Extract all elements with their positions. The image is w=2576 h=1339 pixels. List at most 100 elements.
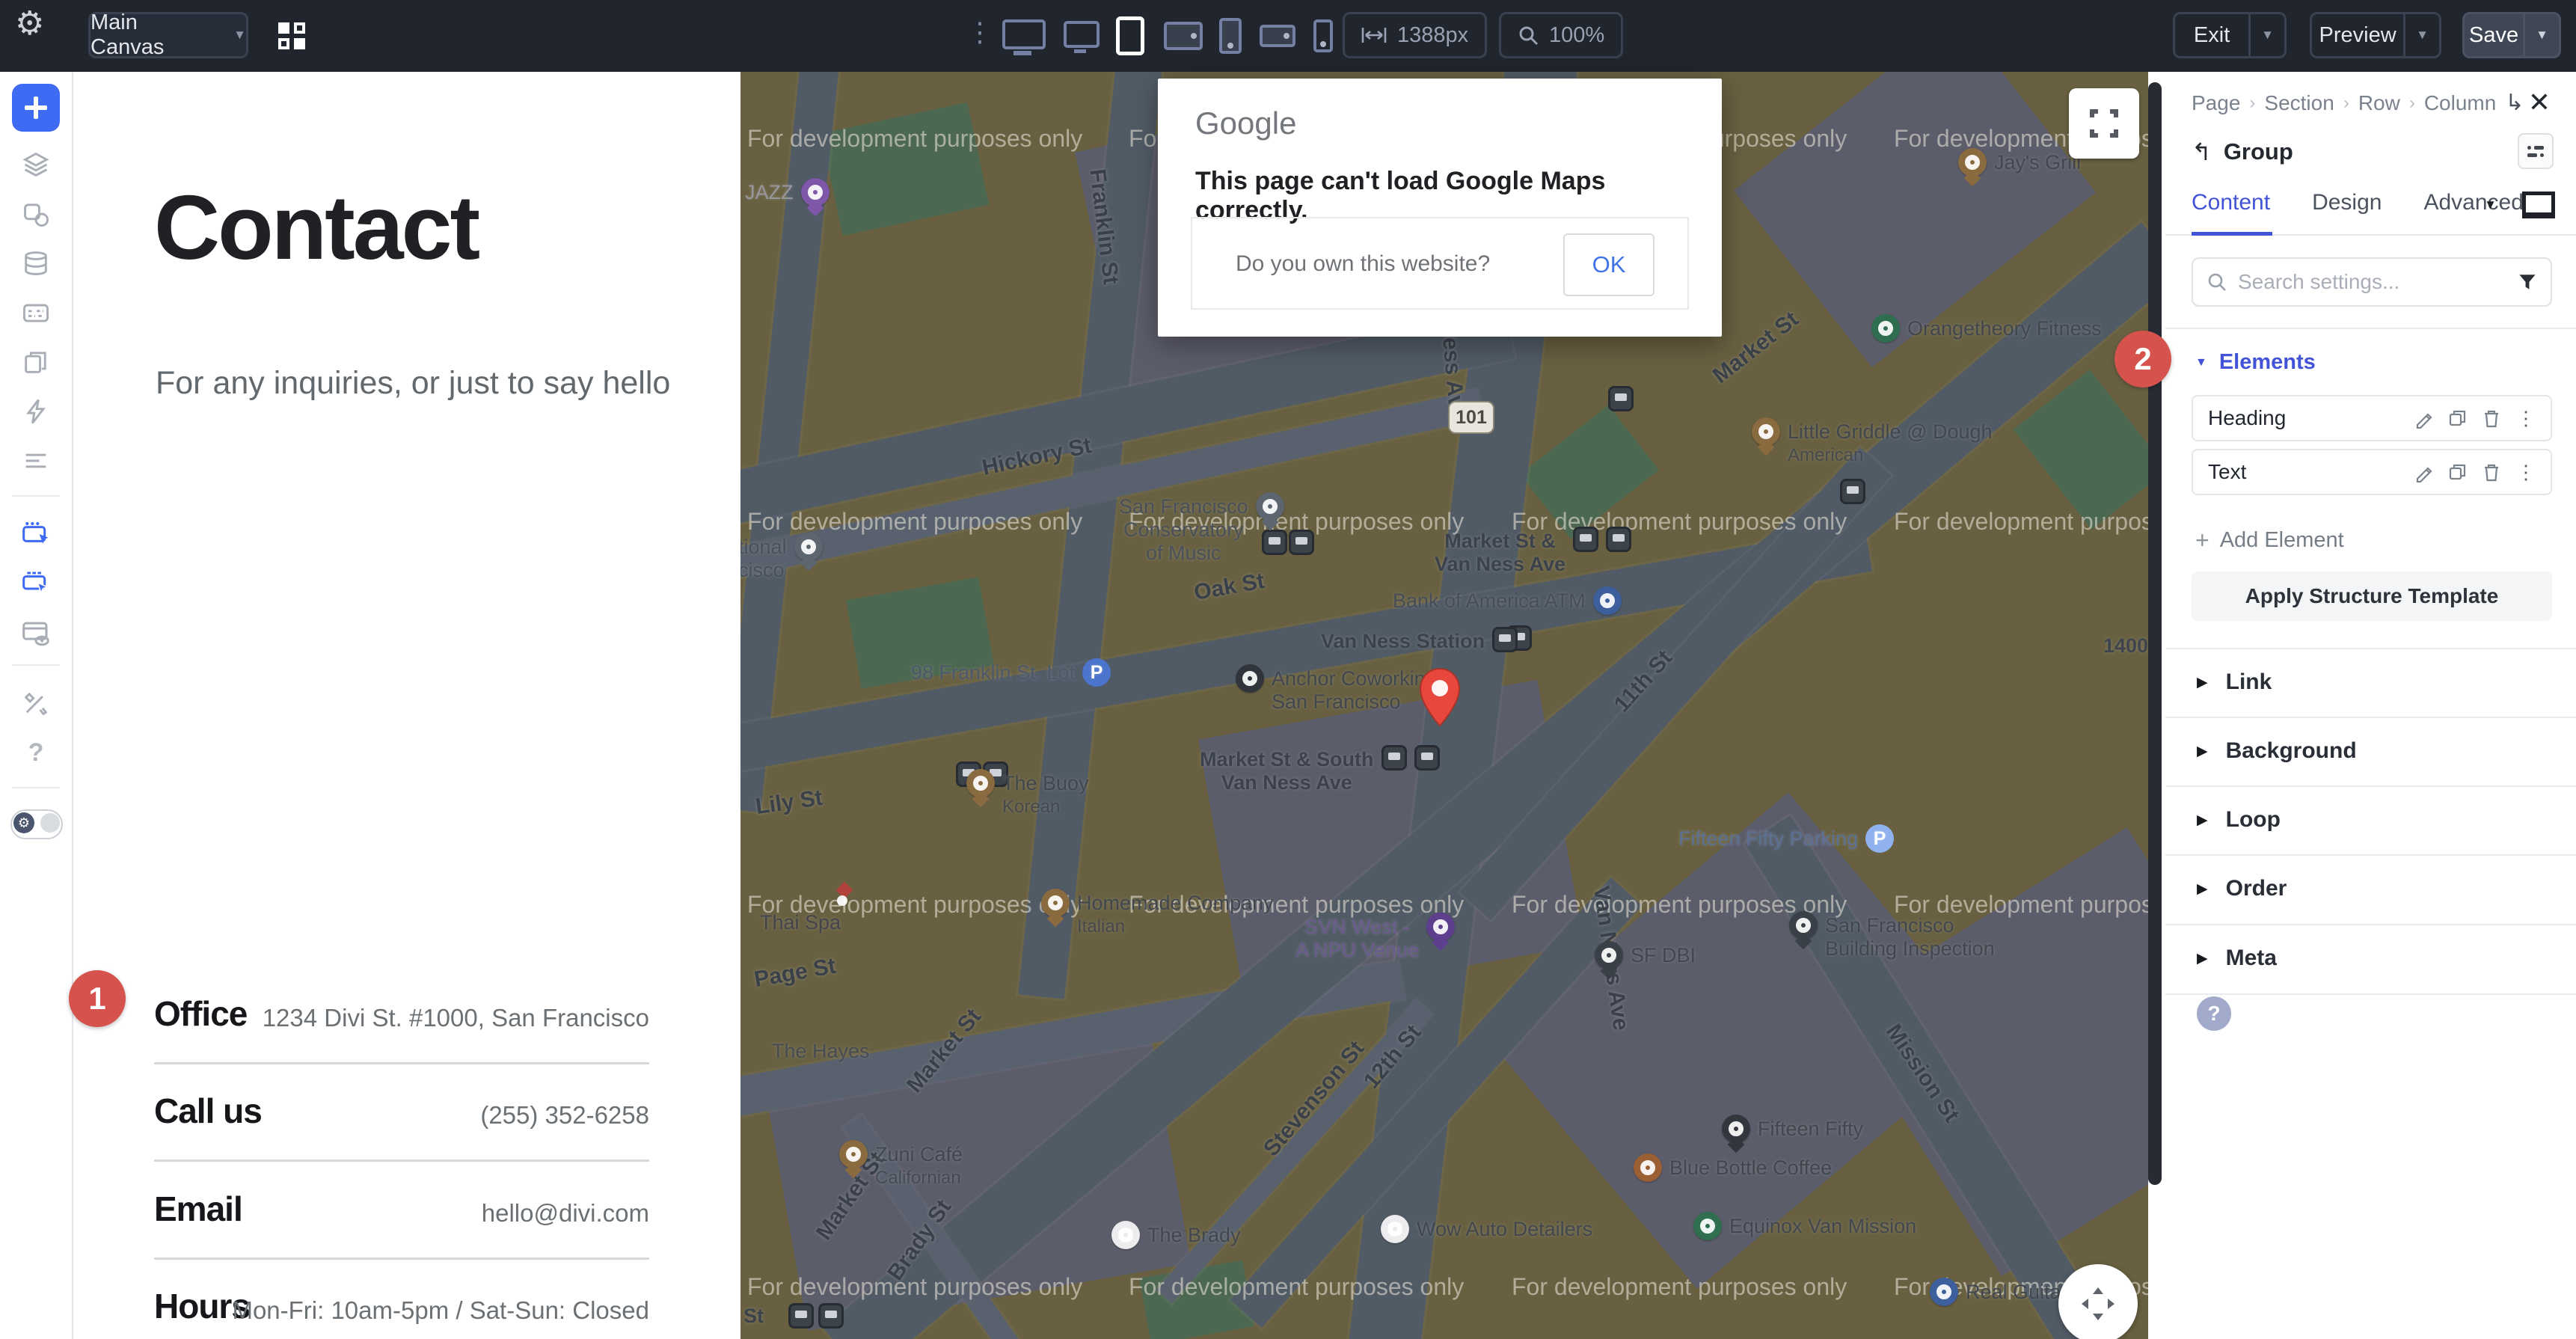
contact-row-email[interactable]: Email hello@divi.com [154,1174,649,1260]
accordion-order[interactable]: ▶ Order [2165,854,2576,923]
tablet-portrait-view-icon-active[interactable] [1116,16,1144,55]
canvas-width-control[interactable]: 1388px [1343,12,1487,58]
poi-98-franklin-lot: 98 Franklin St. LotP [911,661,1111,687]
accordion-loop[interactable]: ▶ Loop [2165,785,2576,854]
toolbar-kebab-icon[interactable]: ⋮ [966,16,993,48]
google-logo: Google [1195,105,1296,141]
poi-van-ness-station: Van Ness Station [1321,630,1518,653]
lightning-icon[interactable] [12,387,60,435]
phone-landscape-view-icon[interactable] [1260,25,1295,47]
route-shield-101: 101 [1448,401,1494,434]
filter-funnel-icon[interactable] [2518,272,2537,292]
save-chevron-icon[interactable]: ▼ [2536,28,2548,43]
accordion-background[interactable]: ▶ Background [2165,717,2576,785]
tabs-chevron-icon[interactable]: ▼ [2484,197,2497,212]
poi-zuni-cafe: Zuni CaféCalifornian [839,1143,963,1189]
contact-row-call[interactable]: Call us (255) 352-6258 [154,1076,649,1162]
transit-icon [818,1306,844,1329]
map-fullscreen-button[interactable] [2069,88,2139,159]
preview-chevron-icon[interactable]: ▼ [2416,28,2429,43]
chevron-right-icon: ▶ [2197,743,2208,760]
search-icon [2207,272,2227,292]
poi-anchor-coworking-icon [1236,664,1264,693]
trash-icon[interactable] [2481,462,2502,482]
tablet-landscape-view-icon[interactable] [1164,22,1203,50]
poi-sf-building-inspection-icon [1789,911,1818,940]
tab-content[interactable]: Content [2192,190,2270,235]
zoom-control[interactable]: 100% [1499,12,1623,58]
database-icon[interactable] [12,239,60,287]
ok-button[interactable]: OK [1563,233,1655,296]
panel-help-icon[interactable]: ? [2197,996,2231,1031]
map-pan-button[interactable] [2058,1264,2138,1339]
tab-advanced[interactable]: Advanced [2423,190,2523,235]
element-row-text[interactable]: Text ⋮ [2192,449,2552,495]
poi-real-guitars-icon [1930,1278,1958,1306]
exit-button[interactable]: Exit ▼ [2173,12,2287,58]
phone-small-view-icon[interactable] [1313,19,1333,52]
contact-row-office[interactable]: Office 1234 Divi St. #1000, San Francisc… [154,978,649,1064]
kebab-menu-icon[interactable]: ⋮ [2516,461,2536,484]
phone-portrait-view-icon[interactable] [1219,18,1242,54]
vertical-scrollbar[interactable] [2148,82,2162,1185]
poi-blue-bottle-coffee-icon [1634,1153,1662,1182]
page-title[interactable]: Contact [154,175,478,280]
monitor-view-icon[interactable] [1002,19,1046,49]
settings-toggle[interactable]: ⚙ [10,809,63,839]
back-arrow-icon[interactable]: ↰ [2192,138,2212,166]
breadcrumb-page[interactable]: Page [2192,91,2240,115]
add-element-button[interactable]: + Add Element [2195,527,2344,554]
list-settings-icon[interactable] [12,437,60,485]
edit-pencil-icon[interactable] [2414,408,2435,429]
exit-chevron-icon[interactable]: ▼ [2261,28,2274,43]
accordion-link[interactable]: ▶ Link [2165,648,2576,717]
poi-little-griddle: Little Griddle @ DoughAmerican [1752,420,1993,467]
browser-preview-icon[interactable] [12,609,60,657]
poi-homemade-company: Homemade CompanyItalian [1041,892,1274,938]
interact-mode-alt-icon[interactable] [12,560,60,607]
poi-market-south-van-ness: Market St & SouthVan Ness Ave [1200,748,1440,794]
contact-row-hours[interactable]: Hours Mon-Fri: 10am-5pm / Sat-Sun: Close… [154,1271,649,1339]
element-row-heading[interactable]: Heading ⋮ [2192,395,2552,441]
dock-panel-icon[interactable] [2518,133,2554,169]
tab-design[interactable]: Design [2312,190,2382,235]
canvas-selector-dropdown[interactable]: Main Canvas ▼ [88,12,248,58]
interact-mode-icon[interactable] [12,510,60,558]
duplicate-icon[interactable] [2447,462,2468,482]
breadcrumb-row[interactable]: Row [2358,91,2400,115]
poi-sf-jazz: SF JAZZ [740,181,829,206]
gear-icon[interactable]: ⚙ [15,4,44,43]
breadcrumb-column[interactable]: Column [2424,91,2496,115]
layers-icon[interactable] [12,141,60,189]
frame-view-icon[interactable] [2522,191,2555,218]
help-icon[interactable]: ? [12,729,60,776]
tools-icon[interactable] [12,679,60,727]
poi-98-franklin-lot-icon: P [1082,658,1111,687]
search-settings-input[interactable]: Search settings... [2192,257,2552,307]
close-icon[interactable]: ✕ [2528,87,2551,118]
layout-grid-icon[interactable] [278,22,305,49]
kebab-menu-icon[interactable]: ⋮ [2516,407,2536,430]
annotation-badge-2: 2 [2115,331,2171,387]
design-library-icon[interactable] [12,190,60,238]
transit-icon [1289,533,1314,555]
desktop-view-icon[interactable] [1064,21,1100,48]
accordion-meta[interactable]: ▶ Meta [2165,924,2576,993]
breadcrumb-section[interactable]: Section [2264,91,2334,115]
card-icon[interactable] [12,289,60,337]
transit-icon [1414,745,1440,770]
add-module-button[interactable] [12,84,60,132]
pages-copy-icon[interactable] [12,338,60,386]
save-button[interactable]: Save ▼ [2462,12,2561,58]
poi-little-griddle-icon [1752,417,1780,446]
edit-pencil-icon[interactable] [2414,462,2435,482]
page-subtitle[interactable]: For any inquiries, or just to say hello [156,365,670,402]
apply-structure-template-button[interactable]: Apply Structure Template [2192,572,2552,621]
accordion-label: Meta [2226,946,2277,971]
trash-icon[interactable] [2481,408,2502,429]
preview-button[interactable]: Preview ▼ [2310,12,2441,58]
poi-wow-auto-detailers: Wow Auto Detailers [1381,1218,1592,1243]
duplicate-icon[interactable] [2447,408,2468,429]
width-arrows-icon [1361,26,1387,44]
elements-section-header[interactable]: ▼ Elements [2195,350,2316,375]
